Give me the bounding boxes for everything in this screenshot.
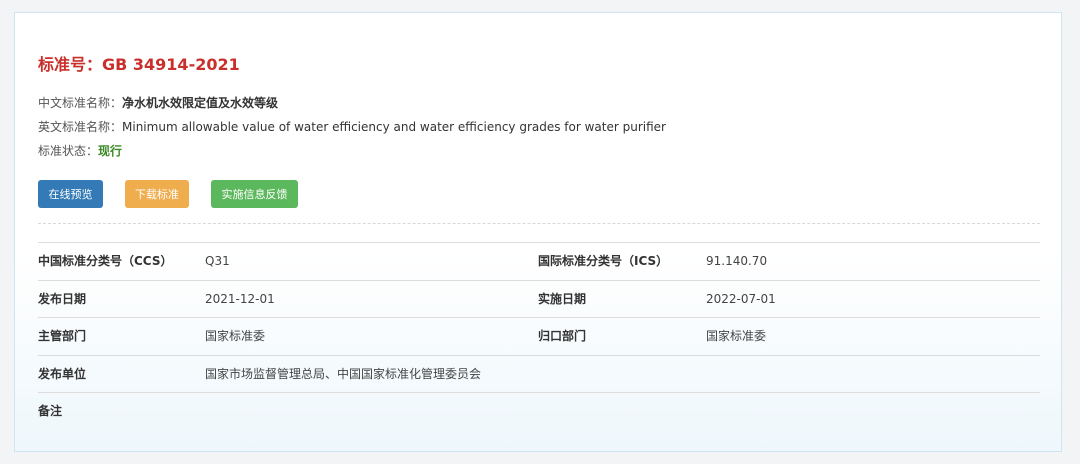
standard-detail-card: 标准号：GB 34914-2021 中文标准名称：净水机水效限定值及水效等级 英…	[14, 12, 1062, 452]
central-dept-label: 归口部门	[538, 329, 587, 344]
publisher-label: 发布单位	[38, 366, 87, 381]
ccs-value: Q31	[205, 254, 230, 268]
ics-label: 国际标准分类号（ICS）	[538, 254, 669, 268]
en-name-row: 英文标准名称：Minimum allowable value of water …	[38, 118, 666, 135]
online-preview-button[interactable]: 在线预览	[38, 180, 103, 208]
cn-name-value: 净水机水效限定值及水效等级	[122, 96, 279, 110]
standard-info-table: 中国标准分类号（CCS） Q31 国际标准分类号（ICS） 91.140.70 …	[38, 242, 1040, 430]
ccs-label: 中国标准分类号（CCS）	[38, 254, 173, 268]
table-row: 中国标准分类号（CCS） Q31 国际标准分类号（ICS） 91.140.70	[38, 242, 1040, 280]
en-name-label: 英文标准名称：	[38, 120, 123, 134]
remark-label: 备注	[38, 404, 63, 419]
standard-number-title: 标准号：GB 34914-2021	[38, 55, 240, 74]
cn-name-label: 中文标准名称：	[38, 96, 123, 110]
ics-value: 91.140.70	[706, 254, 768, 268]
dept-label: 主管部门	[38, 329, 87, 344]
implementation-feedback-button[interactable]: 实施信息反馈	[211, 180, 298, 208]
status-label: 标准状态：	[38, 144, 99, 158]
publish-date-label: 发布日期	[38, 291, 87, 306]
cn-name-row: 中文标准名称：净水机水效限定值及水效等级	[38, 94, 278, 111]
dept-value: 国家标准委	[205, 329, 266, 344]
table-row: 发布日期 2021-12-01 实施日期 2022-07-01	[38, 279, 1040, 318]
table-row: 发布单位 国家市场监督管理总局、中国国家标准化管理委员会	[38, 354, 1040, 393]
status-badge: 现行	[98, 144, 123, 158]
publish-date-value: 2021-12-01	[205, 291, 275, 306]
download-standard-button[interactable]: 下载标准	[125, 180, 189, 208]
en-name-value: Minimum allowable value of water efficie…	[122, 120, 666, 134]
publisher-value: 国家市场监督管理总局、中国国家标准化管理委员会	[205, 366, 482, 381]
table-row: 主管部门 国家标准委 归口部门 国家标准委	[38, 317, 1040, 355]
dashed-divider	[38, 223, 1040, 224]
status-row: 标准状态：现行	[38, 142, 122, 159]
impl-date-value: 2022-07-01	[706, 291, 776, 306]
table-row: 备注	[38, 392, 1040, 430]
central-dept-value: 国家标准委	[706, 329, 767, 344]
impl-date-label: 实施日期	[538, 291, 587, 306]
